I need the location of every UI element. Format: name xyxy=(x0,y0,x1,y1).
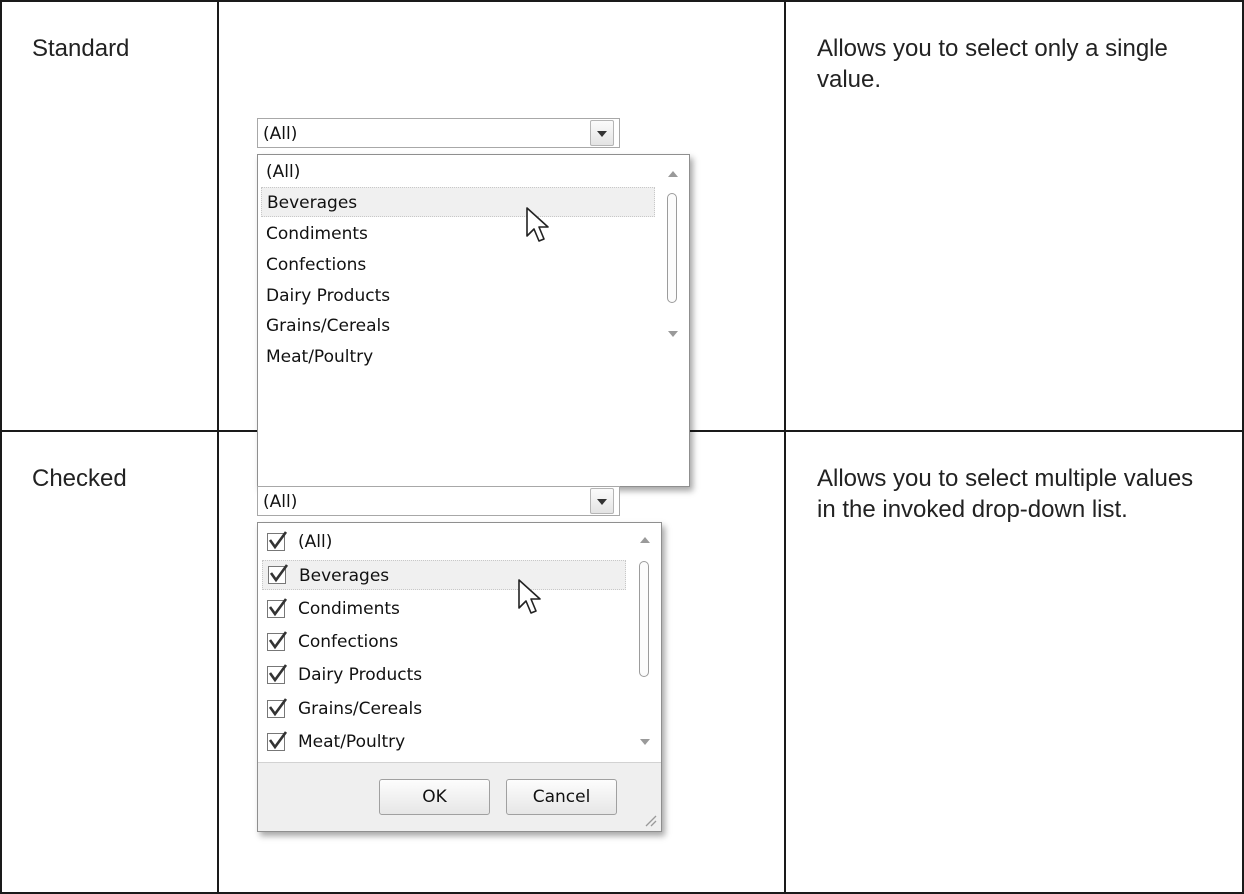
checkmark-icon xyxy=(268,731,288,750)
scroll-down-icon[interactable] xyxy=(668,331,678,337)
standard-combo-value: (All) xyxy=(263,124,298,144)
checked-list-item[interactable]: Grains/Cereals xyxy=(264,694,624,724)
checkbox[interactable] xyxy=(267,664,288,684)
checkmark-icon xyxy=(268,631,288,650)
chevron-down-icon xyxy=(597,499,607,505)
checkbox[interactable] xyxy=(268,564,289,584)
checkmark-icon xyxy=(268,664,288,683)
table-border-left xyxy=(0,0,2,894)
row-description-checked: Allows you to select multiple values in … xyxy=(817,465,1194,523)
list-item[interactable]: Dairy Products xyxy=(266,281,656,311)
checked-list-item[interactable]: Meat/Poultry xyxy=(264,727,624,757)
checked-list-item-label: Grains/Cereals xyxy=(298,699,423,719)
list-item[interactable]: Condiments xyxy=(266,219,656,249)
checked-list-item-label: (All) xyxy=(298,532,333,552)
table-border-col1 xyxy=(217,0,219,894)
resize-grip-icon[interactable] xyxy=(641,811,657,827)
checked-list-item-label: Condiments xyxy=(298,599,400,619)
checked-list-item-label: Meat/Poultry xyxy=(298,732,406,752)
checked-list-item[interactable]: Condiments xyxy=(264,594,624,624)
checked-combo-value: (All) xyxy=(263,492,298,512)
checked-list-item[interactable]: Dairy Products xyxy=(264,660,624,690)
checked-combo-edit[interactable]: (All) xyxy=(257,486,620,516)
cancel-button[interactable]: Cancel xyxy=(506,779,617,815)
scroll-up-icon[interactable] xyxy=(640,537,650,543)
row-name-checked: Checked xyxy=(32,465,127,492)
checkmark-icon xyxy=(268,531,288,550)
list-item-highlighted[interactable]: Beverages xyxy=(261,187,655,217)
checkbox[interactable] xyxy=(267,731,288,751)
checked-list-item[interactable]: (All) xyxy=(264,527,624,557)
scroll-down-icon[interactable] xyxy=(640,739,650,745)
checkmark-icon xyxy=(269,564,289,583)
checkbox[interactable] xyxy=(267,531,288,551)
standard-dropdown-list: (All) Beverages Condiments Confections D… xyxy=(257,154,690,487)
chevron-down-icon xyxy=(597,131,607,137)
checkmark-icon xyxy=(268,598,288,617)
checkbox[interactable] xyxy=(267,598,288,618)
scrollbar-thumb[interactable] xyxy=(639,561,649,677)
vertical-scrollbar[interactable] xyxy=(664,171,682,371)
vertical-scrollbar[interactable] xyxy=(636,537,654,757)
standard-dropdown-button[interactable] xyxy=(590,120,614,146)
row-name-standard: Standard xyxy=(32,35,130,62)
row-description-standard: Allows you to select only a single value… xyxy=(817,35,1168,93)
checked-list-item-label: Dairy Products xyxy=(298,665,423,685)
checked-list-item-label: Beverages xyxy=(299,566,390,586)
list-item[interactable]: (All) xyxy=(266,157,656,187)
description-table: Standard Allows you to select only a sin… xyxy=(0,0,1244,894)
standard-combo-edit[interactable]: (All) xyxy=(257,118,620,148)
checkmark-icon xyxy=(268,698,288,717)
list-item[interactable]: Confections xyxy=(266,250,656,280)
checked-list-item-highlighted[interactable]: Beverages xyxy=(262,560,626,590)
list-item[interactable]: Meat/Poultry xyxy=(266,342,656,372)
table-border-col2 xyxy=(784,0,786,894)
ok-button[interactable]: OK xyxy=(379,779,490,815)
checkbox[interactable] xyxy=(267,631,288,651)
scroll-up-icon[interactable] xyxy=(668,171,678,177)
scrollbar-thumb[interactable] xyxy=(667,193,677,303)
checked-list-item-label: Confections xyxy=(298,632,399,652)
list-item[interactable]: Grains/Cereals xyxy=(266,311,656,341)
checkbox[interactable] xyxy=(267,698,288,718)
table-border-top xyxy=(0,0,1244,2)
dropdown-footer: OK Cancel xyxy=(258,762,661,831)
checked-dropdown-list: (All) Beverages Condiments Confections D… xyxy=(257,522,662,832)
mouse-pointer-icon xyxy=(518,579,541,614)
mouse-pointer-icon xyxy=(526,207,549,242)
checked-list-item[interactable]: Confections xyxy=(264,627,624,657)
checked-dropdown-button[interactable] xyxy=(590,488,614,514)
